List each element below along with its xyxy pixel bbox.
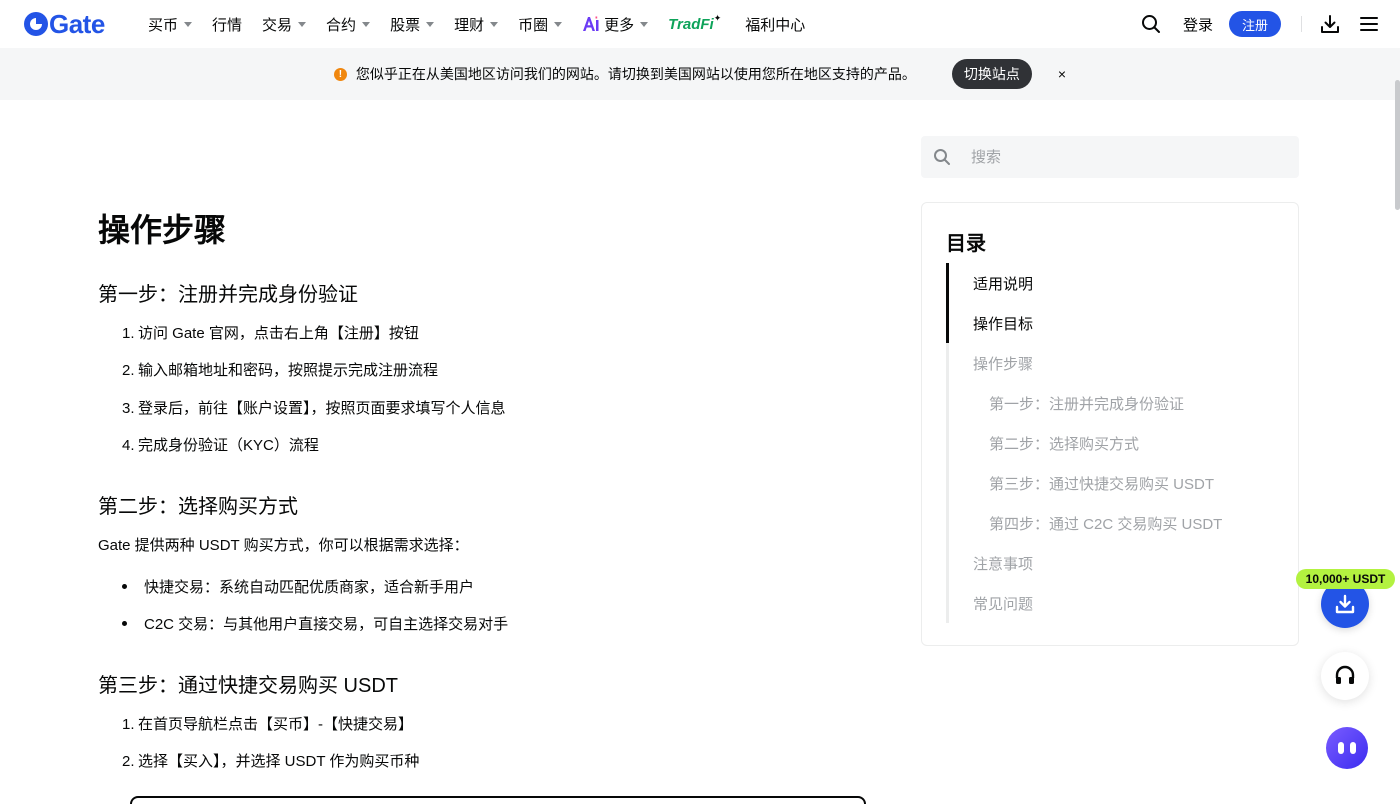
list-item-text: 登录后，前往【账户设置】，按照页面要求填写个人信息: [138, 400, 506, 417]
toc-item[interactable]: 第二步：选择购买方式: [989, 433, 1139, 454]
ai-assistant-button[interactable]: [1326, 727, 1368, 769]
search-icon: [934, 149, 950, 165]
table-of-contents: 目录 适用说明操作目标操作步骤第一步：注册并完成身份验证 第二步：选择购买方式第三…: [921, 202, 1299, 646]
step1-title: 第一步：注册并完成身份验证: [98, 284, 358, 306]
toc-item[interactable]: 操作步骤: [973, 353, 1033, 374]
toc-item[interactable]: 第三步：通过快捷交易购买 USDT: [989, 473, 1214, 494]
list-item-text: 完成身份验证（KYC）流程: [138, 437, 319, 454]
list-item: 2. 选择【买入】，并选择 USDT 作为购买币种: [122, 753, 420, 770]
region-warning-banner: ! 您似乎正在从美国地区访问我们的网站。请切换到美国网站以使用您所在地区支持的产…: [0, 48, 1400, 100]
nav-right-actions: 登录 注册: [1141, 0, 1378, 48]
bullet: [122, 620, 127, 626]
nav-label: 行情: [212, 16, 243, 34]
logo-text: Gate: [49, 9, 105, 39]
toc-item[interactable]: 第一步：注册并完成身份验证: [989, 393, 1184, 414]
bot-eye: [1338, 742, 1344, 754]
step2-intro: Gate 提供两种 USDT 购买方式，你可以根据需求选择：: [98, 537, 469, 554]
caret-down-icon: [184, 21, 193, 27]
download-icon[interactable]: [1320, 14, 1340, 34]
nav-label: 股票: [390, 16, 421, 34]
tradfi-label: TradFi: [668, 15, 714, 33]
register-button[interactable]: 注册: [1228, 11, 1281, 37]
bullet: [122, 583, 127, 589]
toc-item[interactable]: 第四步：通过 C2C 交易购买 USDT: [989, 513, 1222, 534]
toc-item[interactable]: 常见问题: [973, 593, 1033, 614]
caret-down-icon: [554, 21, 563, 27]
list-item: 快捷交易：系统自动匹配优质商家，适合新手用户: [122, 576, 474, 597]
list-item-text: 在首页导航栏点击【买币】-【快捷交易】: [138, 716, 413, 733]
nav-label: 合约: [326, 16, 357, 34]
nav-item-welfare-center[interactable]: 福利中心: [745, 14, 805, 35]
switch-site-button[interactable]: 切换站点: [951, 59, 1032, 89]
nav-item-stocks[interactable]: 股票: [390, 14, 435, 35]
list-item: 4. 完成身份验证（KYC）流程: [122, 437, 319, 454]
toc-title: 目录: [946, 233, 986, 255]
caret-down-icon: [490, 21, 499, 27]
bot-eye: [1350, 742, 1356, 754]
list-item-text: 输入邮箱地址和密码，按照提示完成注册流程: [138, 362, 439, 379]
nav-label: 买币: [148, 16, 179, 34]
toc-progress-active: [946, 263, 949, 343]
toc-item[interactable]: 注意事项: [973, 553, 1033, 574]
nav-item-futures[interactable]: 合约: [326, 14, 371, 35]
banner-message: 您似乎正在从美国地区访问我们的网站。请切换到美国网站以使用您所在地区支持的产品。: [355, 66, 916, 82]
divider: [1301, 16, 1302, 32]
nav-label: 更多: [604, 16, 635, 34]
nav-label: 福利中心: [745, 16, 806, 34]
caret-down-icon: [362, 21, 371, 27]
nav-label: 理财: [454, 16, 485, 34]
nav-label: 交易: [262, 16, 293, 34]
close-banner-icon[interactable]: ×: [1058, 66, 1066, 82]
list-item-text: C2C 交易：与其他用户直接交易，可自主选择交易对手: [144, 616, 509, 633]
sparkle-icon: ✦: [713, 12, 722, 23]
list-item-text: 选择【买入】，并选择 USDT 作为购买币种: [138, 753, 420, 770]
section-heading: 操作步骤: [98, 212, 227, 248]
nav-item-tradfi[interactable]: TradFi✦: [668, 12, 722, 33]
warning-icon: !: [333, 67, 347, 81]
caret-down-icon: [298, 21, 307, 27]
search-icon[interactable]: [1141, 14, 1161, 34]
headset-icon: [1335, 665, 1355, 684]
nav-item-trade[interactable]: 交易: [262, 14, 307, 35]
sidebar-search-box[interactable]: [921, 136, 1299, 178]
toc-item[interactable]: 操作目标: [973, 313, 1033, 334]
main-nav: 买币 行情 交易 合约 股票 理财 币圈 更多 TradFi✦ 福利中心: [148, 0, 825, 48]
page-scrollbar[interactable]: [1395, 80, 1400, 210]
list-item: 2. 输入邮箱地址和密码，按照提示完成注册流程: [122, 362, 439, 379]
step2-title: 第二步：选择购买方式: [98, 496, 298, 518]
screenshot-frame-top: [130, 796, 866, 804]
nav-item-buy-crypto[interactable]: 买币: [148, 14, 193, 35]
list-item-text: 访问 Gate 官网，点击右上角【注册】按钮: [138, 325, 419, 342]
nav-item-markets[interactable]: 行情: [212, 14, 242, 35]
caret-down-icon: [640, 21, 649, 27]
list-item: 1. 访问 Gate 官网，点击右上角【注册】按钮: [122, 325, 419, 342]
login-link[interactable]: 登录: [1183, 14, 1213, 35]
list-item: C2C 交易：与其他用户直接交易，可自主选择交易对手: [122, 613, 508, 634]
download-icon: [1335, 594, 1355, 614]
list-item: 1. 在首页导航栏点击【买币】-【快捷交易】: [122, 716, 413, 733]
nav-item-earn[interactable]: 理财: [454, 14, 499, 35]
reward-badge[interactable]: 10,000+ USDT: [1296, 569, 1395, 589]
hamburger-menu-icon[interactable]: [1360, 17, 1378, 31]
toc-item[interactable]: 适用说明: [973, 273, 1033, 294]
ai-icon: [583, 16, 599, 31]
top-navbar: Gate 买币 行情 交易 合约 股票 理财 币圈 更多 TradFi✦ 福利中…: [0, 0, 1400, 48]
search-input[interactable]: [971, 148, 1271, 166]
gate-logo[interactable]: Gate: [24, 11, 105, 37]
nav-item-square[interactable]: 币圈: [518, 14, 563, 35]
customer-support-button[interactable]: [1321, 652, 1369, 700]
gate-logo-icon: [24, 12, 48, 36]
nav-label: 币圈: [518, 16, 549, 34]
list-item: 3. 登录后，前往【账户设置】，按照页面要求填写个人信息: [122, 400, 506, 417]
nav-item-more[interactable]: 更多: [582, 14, 649, 35]
caret-down-icon: [426, 21, 435, 27]
list-item-text: 快捷交易：系统自动匹配优质商家，适合新手用户: [144, 579, 475, 596]
step3-title: 第三步：通过快捷交易购买 USDT: [98, 675, 398, 697]
